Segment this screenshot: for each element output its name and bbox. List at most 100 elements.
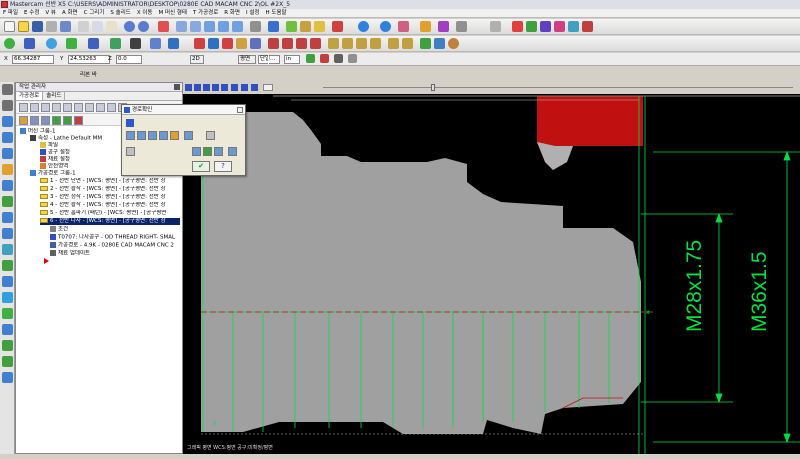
- config-icon[interactable]: [184, 131, 193, 140]
- close-icon[interactable]: [174, 84, 180, 90]
- delete-icon[interactable]: [158, 21, 169, 32]
- tree-item[interactable]: 조건: [50, 226, 68, 234]
- export-icon[interactable]: [126, 147, 135, 156]
- view-side-icon[interactable]: [2, 244, 13, 255]
- flag-icon[interactable]: [512, 21, 523, 32]
- screen-icon[interactable]: [250, 21, 261, 32]
- info-icon[interactable]: [206, 131, 215, 140]
- menu-machine-type[interactable]: M 머신 형태: [155, 9, 189, 18]
- tree-item[interactable]: T0707: 나사공구 - OD THREAD RIGHT- SMAL: [50, 234, 180, 242]
- screenshot-icon[interactable]: [214, 147, 223, 156]
- globe-icon[interactable]: [358, 21, 369, 32]
- verify-icon[interactable]: [420, 38, 431, 49]
- speed-slider-thumb[interactable]: [263, 84, 273, 91]
- menu-help[interactable]: H 도움말: [263, 9, 290, 18]
- shading-icon[interactable]: [2, 276, 13, 287]
- solids-icon[interactable]: [2, 84, 13, 95]
- level-icon[interactable]: [306, 54, 315, 63]
- offset-icon[interactable]: [310, 38, 321, 49]
- insert-arrow[interactable]: [44, 258, 52, 264]
- calc-icon[interactable]: [582, 21, 593, 32]
- menu-solids[interactable]: S 솔리드: [107, 9, 133, 18]
- zoom-window-icon[interactable]: [204, 21, 215, 32]
- tree-item[interactable]: 3 - 선반 정삭 - [WCS: 평면] - [공구평면: 선반 상: [40, 194, 180, 201]
- spline-icon[interactable]: [88, 38, 99, 49]
- zoom-out-icon[interactable]: [232, 21, 243, 32]
- rectangle-icon[interactable]: [110, 38, 121, 49]
- backplot-icon[interactable]: [434, 38, 445, 49]
- pen-icon[interactable]: [438, 21, 449, 32]
- menu-toolpaths[interactable]: T 가공경로: [190, 9, 221, 18]
- shade-solid-icon[interactable]: [2, 100, 13, 111]
- x-coord-field[interactable]: 66.34287: [12, 55, 54, 64]
- save-geometry-icon[interactable]: [203, 147, 212, 156]
- menu-analyze[interactable]: A 화면: [59, 9, 81, 18]
- fillet-icon[interactable]: [66, 38, 77, 49]
- lathe-misc-icon[interactable]: [2, 372, 13, 383]
- lathe-view-icon[interactable]: [332, 21, 343, 32]
- rotate-xform-icon[interactable]: [282, 38, 293, 49]
- tree-item[interactable]: 2 - 선반 황삭 - [WCS: 평면] - [공구평면: 선반 상: [40, 186, 180, 193]
- line-icon[interactable]: [24, 38, 35, 49]
- display-holder-icon[interactable]: [137, 131, 146, 140]
- tree-item[interactable]: 가공경로 - 4.9K - 0280E CAD MACAM CNC 2: [50, 242, 180, 250]
- fit-icon[interactable]: [176, 21, 187, 32]
- solid-revolve-icon[interactable]: [208, 38, 219, 49]
- speed-icon[interactable]: [251, 84, 258, 91]
- new-file-icon[interactable]: [4, 21, 15, 32]
- scale-icon[interactable]: [296, 38, 307, 49]
- y-coord-field[interactable]: 24.53263: [68, 55, 110, 64]
- simulate-icon[interactable]: [85, 103, 94, 112]
- close-icon[interactable]: [237, 107, 243, 113]
- misc-icon[interactable]: [456, 21, 467, 32]
- point-icon[interactable]: [4, 38, 15, 49]
- view-top-icon[interactable]: [2, 212, 13, 223]
- skip-icon[interactable]: [241, 84, 248, 91]
- display-endpoints-icon[interactable]: [159, 131, 168, 140]
- tab-solids[interactable]: 솔리드: [43, 92, 66, 100]
- mirror-icon[interactable]: [268, 38, 279, 49]
- analysis-icon[interactable]: [2, 164, 13, 175]
- pencil-icon[interactable]: [420, 21, 431, 32]
- regen-dirty-icon[interactable]: [52, 103, 61, 112]
- tree-item[interactable]: 5 - 선반 홈파기 (패턴) - [WCS: 평면] - [공구평면: [40, 210, 180, 217]
- graphics-viewport[interactable]: x y M28x1.75 M36x1.5 그래픽 평면 WCS:평면 공구:미확…: [183, 82, 800, 454]
- attr-icon[interactable]: [334, 54, 343, 63]
- rewind-icon[interactable]: [231, 84, 238, 91]
- lock-icon[interactable]: [19, 116, 28, 125]
- tree-item[interactable]: 1 - 선반 단면 - [WCS: 평면] - [공구평면: 선반 상: [40, 178, 180, 185]
- tree-item[interactable]: 가공경로 그룹-1: [30, 170, 76, 178]
- toolpath-rough-icon[interactable]: [342, 38, 353, 49]
- post-icon[interactable]: [448, 38, 459, 49]
- solid-extrude-icon[interactable]: [194, 38, 205, 49]
- menu-edit[interactable]: E 수정: [21, 9, 42, 18]
- toggle-display-icon[interactable]: [30, 116, 39, 125]
- verify-op-icon[interactable]: [74, 103, 83, 112]
- solid-sweep-icon[interactable]: [222, 38, 233, 49]
- circle-icon[interactable]: [46, 38, 57, 49]
- backplot-op-icon[interactable]: [63, 103, 72, 112]
- collapse-icon[interactable]: [126, 119, 134, 127]
- eraser-icon[interactable]: [398, 21, 409, 32]
- insert-arrow-icon[interactable]: [74, 116, 83, 125]
- lathe-tailstock-icon[interactable]: [2, 324, 13, 335]
- select-icon[interactable]: [2, 132, 13, 143]
- lathe-steady-icon[interactable]: [2, 340, 13, 351]
- group-icon[interactable]: [348, 54, 357, 63]
- view-front-icon[interactable]: [2, 228, 13, 239]
- highfeed-icon[interactable]: [107, 103, 116, 112]
- step-back-icon[interactable]: [203, 84, 210, 91]
- play-icon[interactable]: [185, 84, 192, 91]
- regen-all-icon[interactable]: [41, 103, 50, 112]
- shade-icon[interactable]: [286, 21, 297, 32]
- analyze-icon[interactable]: [540, 21, 551, 32]
- solid-loft-icon[interactable]: [236, 38, 247, 49]
- toolpath-finish-icon[interactable]: [356, 38, 367, 49]
- chain-icon[interactable]: [2, 148, 13, 159]
- lathe-chuck-icon[interactable]: [2, 308, 13, 319]
- copy-icon[interactable]: [92, 21, 103, 32]
- cut-icon[interactable]: [78, 21, 89, 32]
- ok-button[interactable]: ✔: [192, 161, 210, 172]
- wireframe-icon[interactable]: [300, 21, 311, 32]
- display-tool-icon[interactable]: [126, 131, 135, 140]
